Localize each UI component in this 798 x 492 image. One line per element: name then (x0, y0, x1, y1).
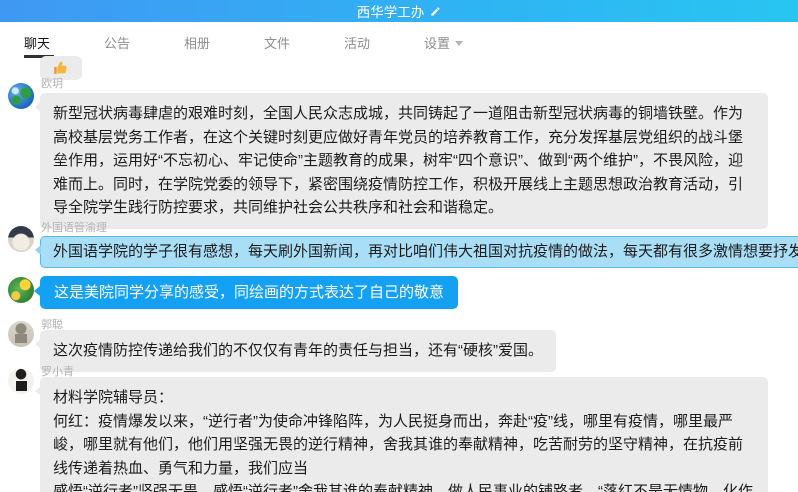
tab-albums[interactable]: 相册 (184, 22, 264, 62)
pencil-icon (430, 6, 441, 17)
tab-activities-label: 活动 (344, 33, 370, 52)
tab-bar: 聊天 公告 相册 文件 活动 设置 (0, 22, 798, 62)
avatar[interactable] (8, 368, 34, 394)
message-bubble: 新型冠状病毒肆虐的艰难时刻，全国人民众志成城，共同铸起了一道阻击新型冠状病毒的铜… (40, 93, 768, 229)
tab-files[interactable]: 文件 (264, 22, 344, 62)
sender-name: 欧玥 (41, 75, 63, 91)
message-bubble: 这次疫情防控传递给我们的不仅仅有青年的责任与担当，还有“硬核”爱国。 (40, 330, 556, 372)
chevron-down-icon (455, 41, 463, 46)
title-bar: 西华学工办 (0, 0, 798, 22)
message-bubble: 材料学院辅导员： 何红：疫情爆发以来，“逆行者”为使命冲锋陷阵，为人民挺身而出，… (40, 377, 768, 492)
tab-files-label: 文件 (264, 33, 290, 52)
tab-settings[interactable]: 设置 (424, 22, 504, 62)
tab-settings-label: 设置 (424, 33, 450, 52)
avatar[interactable] (8, 83, 34, 109)
message-bubble: 这是美院同学分享的感受，同绘画的方式表达了自己的敬意 (40, 276, 458, 309)
message-bubble: 外国语学院的学子很有感想，每天刷外国新闻，再对比咱们伟大祖国对抗疫情的做法，每天… (40, 236, 798, 268)
tab-announcements-label: 公告 (104, 33, 130, 52)
tab-activities[interactable]: 活动 (344, 22, 424, 62)
group-chat-window: 西华学工办 聊天 公告 相册 文件 活动 设置 (0, 0, 798, 492)
message-text: 外国语学院的学子很有感想，每天刷外国新闻，再对比咱们伟大祖国对抗疫情的做法，每天… (53, 243, 798, 260)
group-title: 西华学工办 (357, 1, 425, 21)
avatar[interactable] (8, 277, 34, 303)
tab-chat-label: 聊天 (24, 33, 50, 52)
tab-albums-label: 相册 (184, 33, 210, 52)
tab-announcements[interactable]: 公告 (104, 22, 184, 62)
avatar[interactable] (8, 321, 34, 347)
avatar[interactable] (8, 226, 34, 252)
sender-name: 外国语管渝理 (41, 219, 107, 235)
edit-title-icon[interactable] (430, 6, 441, 17)
